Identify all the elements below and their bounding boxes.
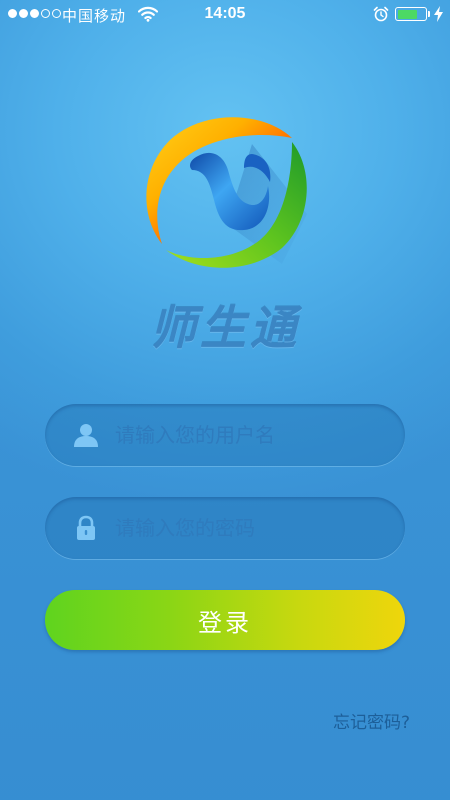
app-logo-icon (132, 104, 312, 284)
battery-level (397, 9, 417, 19)
login-button[interactable]: 登录 (45, 590, 405, 650)
battery-icon (395, 7, 427, 21)
password-field[interactable] (45, 497, 405, 559)
username-input[interactable] (115, 404, 385, 466)
alarm-icon (373, 6, 389, 26)
forgot-password-link[interactable]: 忘记密码? (333, 708, 410, 733)
username-field[interactable] (45, 404, 405, 466)
password-input[interactable] (115, 497, 385, 559)
status-bar: 中国移动 14:05 (0, 0, 450, 30)
user-icon (72, 421, 100, 449)
login-screen: 中国移动 14:05 师生通 请输入您的用户名 登录 忘记密码? (0, 0, 450, 800)
charging-icon (434, 6, 443, 26)
app-title: 师生通 (150, 301, 300, 355)
battery-tip (428, 11, 430, 17)
lock-icon (72, 514, 100, 542)
